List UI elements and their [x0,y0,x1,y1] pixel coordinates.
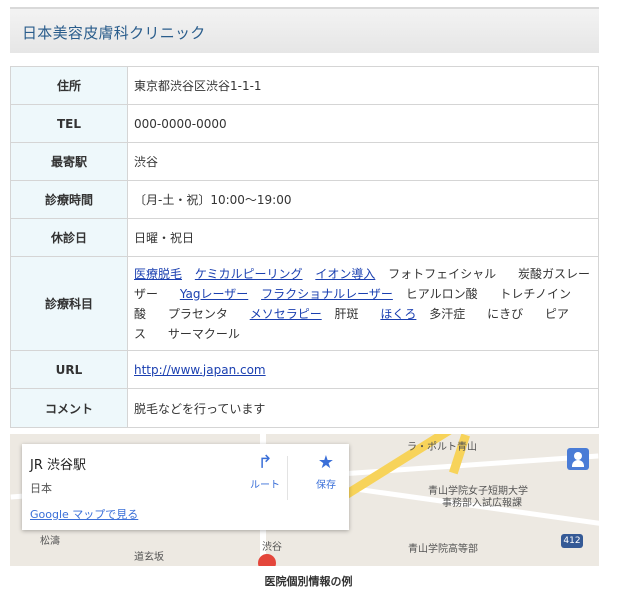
figure-caption: 医院個別情報の例 [264,575,353,588]
subject-item: ほくろ [380,307,416,321]
table-row-comment: コメント 脱毛などを行っています [10,388,599,428]
subject-text: にきび [487,306,524,321]
map-label-matsuno: 松濤 [40,536,60,547]
open-in-google-maps-link[interactable]: Google マップで見る [30,506,138,522]
map-label-la-porte: ラ・ポルト青山 [407,442,477,453]
subject-item: イオン導入 [315,267,375,281]
comment-label: コメント [10,388,128,428]
subject-item: 多汗症 [429,307,474,321]
subject-link[interactable]: メソセラピー [250,307,322,321]
subject-text: ヒアルロン酸 [405,286,478,301]
map-label-shibuya: 渋谷 [262,542,282,553]
map-label-highschool: 青山学院高等部 [408,544,478,555]
comment-value: 脱毛などを行っています [127,388,599,428]
star-icon: ★ [317,452,335,473]
place-name: JR 渋谷駅 [30,458,86,473]
subjects-label: 診療科目 [10,256,128,351]
subject-item: フォトフェイシャル [388,267,505,281]
subject-text: サーマクール [167,326,240,341]
hours-value: 〔月-土・祝〕10:00〜19:00 [127,180,599,219]
table-row-subjects: 診療科目 医療脱毛 ケミカルピーリング イオン導入 フォトフェイシャル 炭酸ガス… [10,256,599,351]
subject-link[interactable]: Yagレーザー [180,287,248,301]
card-divider [287,456,288,500]
table-row-address: 住所 東京都渋谷区渋谷1-1-1 [10,66,599,105]
tel-value: 000-0000-0000 [127,104,599,143]
route-button[interactable]: ↱ ルート [240,452,290,491]
table-row-closed: 休診日 日曜・祝日 [10,218,599,257]
subjects-value: 医療脱毛 ケミカルピーリング イオン導入 フォトフェイシャル 炭酸ガスレーザー … [127,256,599,351]
subject-item: にきび [487,307,532,321]
url-cell: http://www.japan.com [127,350,599,389]
place-info-card: JR 渋谷駅 日本 Google マップで見る ↱ ルート ★ 保存 [22,444,349,530]
hours-label: 診療時間 [10,180,128,219]
embedded-map[interactable]: ラ・ポルト青山 青山学院女子短期大学 事務部入試広報課 青山学院高等部 松濤 道… [10,434,599,566]
subject-item: 医療脱毛 [134,267,182,281]
subject-item: Yagレーザー [180,287,248,301]
clinic-info-table: 住所 東京都渋谷区渋谷1-1-1 TEL 000-0000-0000 最寄駅 渋… [10,66,599,428]
route-label: ルート [250,480,280,491]
subject-text: 肝斑 [334,306,359,321]
clinic-url-link[interactable]: http://www.japan.com [134,363,266,377]
closed-label: 休診日 [10,218,128,257]
map-label-dogenzaka: 道玄坂 [134,552,164,563]
subject-item: サーマクール [168,327,249,341]
address-label: 住所 [10,66,128,105]
map-label-office: 事務部入試広報課 [442,498,522,509]
subject-item: メソセラピー [250,307,322,321]
save-label: 保存 [316,480,336,491]
table-row-station: 最寄駅 渋谷 [10,142,599,181]
clinic-name: 日本美容皮膚科クリニック [22,24,206,42]
place-country: 日本 [30,482,52,495]
address-value: 東京都渋谷区渋谷1-1-1 [127,66,599,105]
subject-item: ケミカルピーリング [195,267,303,281]
map-pin-icon[interactable] [258,554,276,566]
station-value: 渋谷 [127,142,599,181]
subject-link[interactable]: フラクショナルレーザー [261,287,393,301]
subject-link[interactable]: ケミカルピーリング [195,267,303,281]
subject-item: ヒアルロン酸 [406,287,487,301]
closed-value: 日曜・祝日 [127,218,599,257]
clinic-title-bar: 日本美容皮膚科クリニック [10,7,599,53]
subject-item: フラクショナルレーザー [261,287,393,301]
subject-item: 肝斑 [335,307,368,321]
station-label: 最寄駅 [10,142,128,181]
table-row-hours: 診療時間 〔月-土・祝〕10:00〜19:00 [10,180,599,219]
subject-text: プラセンタ [167,306,228,321]
subject-link[interactable]: 医療脱毛 [134,267,182,281]
route-412-badge: 412 [561,534,583,548]
pegman-icon[interactable] [567,448,589,470]
table-row-tel: TEL 000-0000-0000 [10,104,599,143]
subject-item: プラセンタ [168,307,237,321]
save-button[interactable]: ★ 保存 [301,452,351,491]
directions-icon: ↱ [257,452,273,473]
subject-link[interactable]: ほくろ [380,307,416,321]
subject-text: フォトフェイシャル [388,266,497,281]
url-label: URL [10,350,128,389]
table-row-url: URL http://www.japan.com [10,350,599,389]
subject-link[interactable]: イオン導入 [315,267,375,281]
subject-text: 多汗症 [429,306,466,321]
tel-label: TEL [10,104,128,143]
